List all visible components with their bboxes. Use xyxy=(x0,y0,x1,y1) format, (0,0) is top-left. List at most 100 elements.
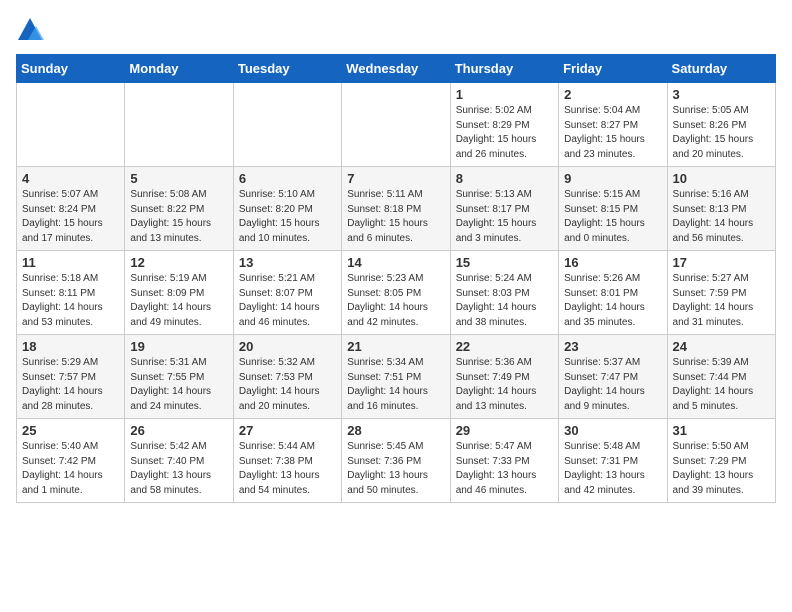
day-header-saturday: Saturday xyxy=(667,55,775,83)
calendar-cell: 30 Sunrise: 5:48 AM Sunset: 7:31 PM Dayli… xyxy=(559,419,667,503)
day-info: Sunrise: 5:40 AM Sunset: 7:42 PM Dayligh… xyxy=(22,440,119,498)
day-number: 28 xyxy=(347,423,444,438)
day-number: 19 xyxy=(130,339,227,354)
day-info: Sunrise: 5:39 AM Sunset: 7:44 PM Dayligh… xyxy=(673,356,770,414)
day-number: 20 xyxy=(239,339,336,354)
calendar-cell: 24 Sunrise: 5:39 AM Sunset: 7:44 PM Dayli… xyxy=(667,335,775,419)
day-info: Sunrise: 5:44 AM Sunset: 7:38 PM Dayligh… xyxy=(239,440,336,498)
calendar-cell: 15 Sunrise: 5:24 AM Sunset: 8:03 PM Dayli… xyxy=(450,251,558,335)
day-number: 7 xyxy=(347,171,444,186)
day-number: 17 xyxy=(673,255,770,270)
day-number: 16 xyxy=(564,255,661,270)
day-info: Sunrise: 5:50 AM Sunset: 7:29 PM Dayligh… xyxy=(673,440,770,498)
day-number: 26 xyxy=(130,423,227,438)
logo xyxy=(16,16,48,44)
day-info: Sunrise: 5:11 AM Sunset: 8:18 PM Dayligh… xyxy=(347,188,444,246)
calendar-cell: 11Sunrise: 5:18 AM Sunset: 8:11 PM Dayli… xyxy=(17,251,125,335)
day-number: 9 xyxy=(564,171,661,186)
day-number: 30 xyxy=(564,423,661,438)
day-number: 13 xyxy=(239,255,336,270)
calendar-cell: 10 Sunrise: 5:16 AM Sunset: 8:13 PM Dayli… xyxy=(667,167,775,251)
calendar-cell: 23Sunrise: 5:37 AM Sunset: 7:47 PM Dayli… xyxy=(559,335,667,419)
calendar-cell: 16 Sunrise: 5:26 AM Sunset: 8:01 PM Dayli… xyxy=(559,251,667,335)
day-number: 15 xyxy=(456,255,553,270)
day-info: Sunrise: 5:13 AM Sunset: 8:17 PM Dayligh… xyxy=(456,188,553,246)
day-header-thursday: Thursday xyxy=(450,55,558,83)
day-info: Sunrise: 5:29 AM Sunset: 7:57 PM Dayligh… xyxy=(22,356,119,414)
day-number: 8 xyxy=(456,171,553,186)
calendar-cell: 20 Sunrise: 5:32 AM Sunset: 7:53 PM Dayli… xyxy=(233,335,341,419)
calendar-cell: 6 Sunrise: 5:10 AM Sunset: 8:20 PM Daylig… xyxy=(233,167,341,251)
calendar-cell: 4 Sunrise: 5:07 AM Sunset: 8:24 PM Daylig… xyxy=(17,167,125,251)
day-info: Sunrise: 5:08 AM Sunset: 8:22 PM Dayligh… xyxy=(130,188,227,246)
day-number: 1 xyxy=(456,87,553,102)
day-number: 25 xyxy=(22,423,119,438)
day-info: Sunrise: 5:16 AM Sunset: 8:13 PM Dayligh… xyxy=(673,188,770,246)
day-info: Sunrise: 5:02 AM Sunset: 8:29 PM Dayligh… xyxy=(456,104,553,162)
calendar-table: SundayMondayTuesdayWednesdayThursdayFrid… xyxy=(16,54,776,503)
calendar-cell: 5 Sunrise: 5:08 AM Sunset: 8:22 PM Daylig… xyxy=(125,167,233,251)
day-number: 22 xyxy=(456,339,553,354)
day-header-wednesday: Wednesday xyxy=(342,55,450,83)
calendar-cell: 9Sunrise: 5:15 AM Sunset: 8:15 PM Daylig… xyxy=(559,167,667,251)
day-info: Sunrise: 5:47 AM Sunset: 7:33 PM Dayligh… xyxy=(456,440,553,498)
day-info: Sunrise: 5:45 AM Sunset: 7:36 PM Dayligh… xyxy=(347,440,444,498)
calendar-week-row: 25 Sunrise: 5:40 AM Sunset: 7:42 PM Dayli… xyxy=(17,419,776,503)
day-info: Sunrise: 5:31 AM Sunset: 7:55 PM Dayligh… xyxy=(130,356,227,414)
day-info: Sunrise: 5:42 AM Sunset: 7:40 PM Dayligh… xyxy=(130,440,227,498)
calendar-week-row: 4 Sunrise: 5:07 AM Sunset: 8:24 PM Daylig… xyxy=(17,167,776,251)
day-number: 27 xyxy=(239,423,336,438)
day-info: Sunrise: 5:07 AM Sunset: 8:24 PM Dayligh… xyxy=(22,188,119,246)
calendar-cell: 13 Sunrise: 5:21 AM Sunset: 8:07 PM Dayli… xyxy=(233,251,341,335)
day-number: 24 xyxy=(673,339,770,354)
calendar-cell: 7 Sunrise: 5:11 AM Sunset: 8:18 PM Daylig… xyxy=(342,167,450,251)
day-info: Sunrise: 5:26 AM Sunset: 8:01 PM Dayligh… xyxy=(564,272,661,330)
day-info: Sunrise: 5:05 AM Sunset: 8:26 PM Dayligh… xyxy=(673,104,770,162)
calendar-cell xyxy=(17,83,125,167)
calendar-header-row: SundayMondayTuesdayWednesdayThursdayFrid… xyxy=(17,55,776,83)
day-header-monday: Monday xyxy=(125,55,233,83)
day-header-friday: Friday xyxy=(559,55,667,83)
day-info: Sunrise: 5:10 AM Sunset: 8:20 PM Dayligh… xyxy=(239,188,336,246)
day-number: 31 xyxy=(673,423,770,438)
day-number: 10 xyxy=(673,171,770,186)
calendar-cell: 2 Sunrise: 5:04 AM Sunset: 8:27 PM Daylig… xyxy=(559,83,667,167)
calendar-week-row: 1 Sunrise: 5:02 AM Sunset: 8:29 PM Daylig… xyxy=(17,83,776,167)
day-number: 3 xyxy=(673,87,770,102)
day-number: 2 xyxy=(564,87,661,102)
day-info: Sunrise: 5:34 AM Sunset: 7:51 PM Dayligh… xyxy=(347,356,444,414)
day-info: Sunrise: 5:04 AM Sunset: 8:27 PM Dayligh… xyxy=(564,104,661,162)
day-info: Sunrise: 5:32 AM Sunset: 7:53 PM Dayligh… xyxy=(239,356,336,414)
day-number: 12 xyxy=(130,255,227,270)
calendar-cell: 31 Sunrise: 5:50 AM Sunset: 7:29 PM Dayli… xyxy=(667,419,775,503)
day-header-tuesday: Tuesday xyxy=(233,55,341,83)
day-number: 5 xyxy=(130,171,227,186)
day-info: Sunrise: 5:19 AM Sunset: 8:09 PM Dayligh… xyxy=(130,272,227,330)
day-info: Sunrise: 5:48 AM Sunset: 7:31 PM Dayligh… xyxy=(564,440,661,498)
day-number: 6 xyxy=(239,171,336,186)
day-info: Sunrise: 5:18 AM Sunset: 8:11 PM Dayligh… xyxy=(22,272,119,330)
day-number: 29 xyxy=(456,423,553,438)
day-info: Sunrise: 5:21 AM Sunset: 8:07 PM Dayligh… xyxy=(239,272,336,330)
calendar-cell: 1 Sunrise: 5:02 AM Sunset: 8:29 PM Daylig… xyxy=(450,83,558,167)
calendar-cell: 8 Sunrise: 5:13 AM Sunset: 8:17 PM Daylig… xyxy=(450,167,558,251)
calendar-cell: 28 Sunrise: 5:45 AM Sunset: 7:36 PM Dayli… xyxy=(342,419,450,503)
calendar-cell: 26 Sunrise: 5:42 AM Sunset: 7:40 PM Dayli… xyxy=(125,419,233,503)
page-header xyxy=(16,16,776,44)
day-number: 4 xyxy=(22,171,119,186)
calendar-week-row: 18Sunrise: 5:29 AM Sunset: 7:57 PM Dayli… xyxy=(17,335,776,419)
day-info: Sunrise: 5:24 AM Sunset: 8:03 PM Dayligh… xyxy=(456,272,553,330)
logo-icon xyxy=(16,16,44,44)
calendar-cell xyxy=(125,83,233,167)
calendar-cell: 12 Sunrise: 5:19 AM Sunset: 8:09 PM Dayli… xyxy=(125,251,233,335)
calendar-cell: 14Sunrise: 5:23 AM Sunset: 8:05 PM Dayli… xyxy=(342,251,450,335)
calendar-cell xyxy=(342,83,450,167)
day-info: Sunrise: 5:37 AM Sunset: 7:47 PM Dayligh… xyxy=(564,356,661,414)
day-info: Sunrise: 5:36 AM Sunset: 7:49 PM Dayligh… xyxy=(456,356,553,414)
day-info: Sunrise: 5:23 AM Sunset: 8:05 PM Dayligh… xyxy=(347,272,444,330)
calendar-cell xyxy=(233,83,341,167)
day-header-sunday: Sunday xyxy=(17,55,125,83)
calendar-cell: 19 Sunrise: 5:31 AM Sunset: 7:55 PM Dayli… xyxy=(125,335,233,419)
calendar-cell: 3 Sunrise: 5:05 AM Sunset: 8:26 PM Daylig… xyxy=(667,83,775,167)
calendar-week-row: 11Sunrise: 5:18 AM Sunset: 8:11 PM Dayli… xyxy=(17,251,776,335)
